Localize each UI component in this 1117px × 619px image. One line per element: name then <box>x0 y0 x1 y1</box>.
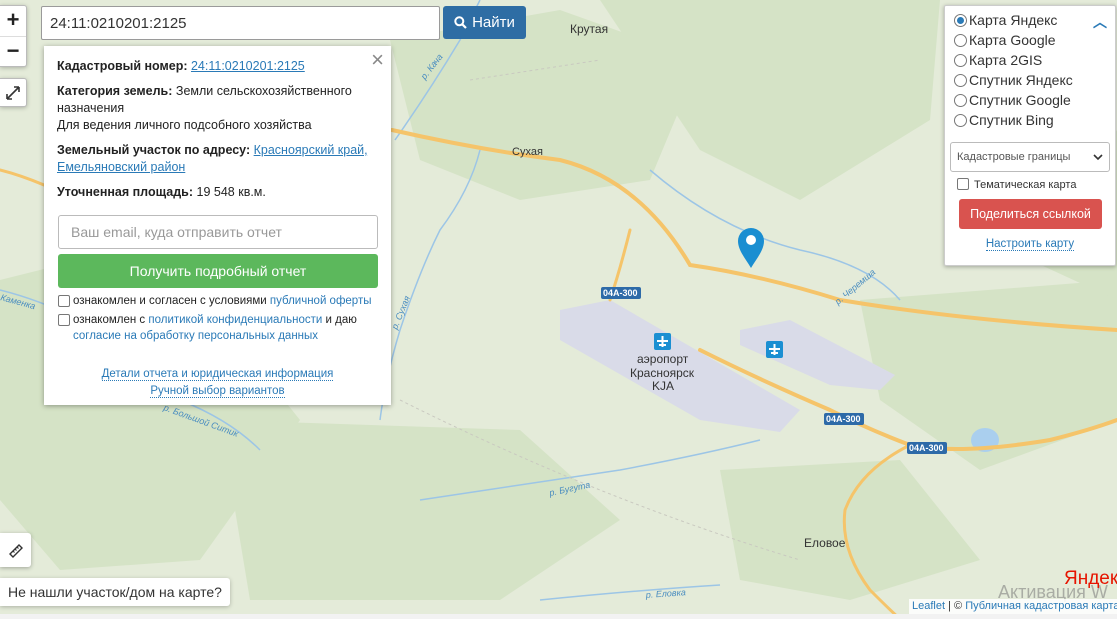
email-placeholder: Ваш email, куда отправить отчет <box>71 223 282 240</box>
layer-option-google-satellite[interactable]: Спутник Google <box>945 90 1115 110</box>
layer-option-label: Спутник Яндекс <box>969 72 1073 88</box>
layer-radio[interactable] <box>954 94 967 107</box>
close-icon[interactable]: × <box>371 49 384 71</box>
offer-text: ознакомлен и согласен с условиями <box>73 295 267 307</box>
manual-select-link[interactable]: Ручной выбор вариантов <box>150 385 285 398</box>
land-category-label: Категория земель: <box>57 84 173 98</box>
zoom-out-button[interactable]: − <box>0 36 26 66</box>
expand-icon <box>6 85 20 100</box>
layer-option-yandex-satellite[interactable]: Спутник Яндекс <box>945 70 1115 90</box>
ruler-button[interactable] <box>0 533 31 567</box>
zoom-in-button[interactable]: + <box>0 6 26 36</box>
thematic-map-toggle[interactable]: Тематическая карта <box>957 178 1115 192</box>
privacy-agreement: ознакомлен с политикой конфиденциальност… <box>57 312 378 344</box>
chevron-down-icon <box>1093 153 1103 160</box>
attribution-separator: | © <box>948 600 963 612</box>
area-label: Уточненная площадь: <box>57 185 194 199</box>
layer-option-label: Спутник Bing <box>969 112 1054 128</box>
thematic-checkbox[interactable] <box>957 178 969 190</box>
ruler-icon <box>8 544 23 558</box>
layer-option-label: Спутник Google <box>969 92 1071 108</box>
layer-radio[interactable] <box>954 74 967 87</box>
layer-radio[interactable] <box>954 34 967 47</box>
airport-icon-2 <box>766 341 783 358</box>
privacy-text-mid: и даю <box>325 314 357 326</box>
parcel-info-popup: × Кадастровый номер: 24:11:0210201:2125 … <box>44 46 391 405</box>
overlay-select[interactable]: Кадастровые границы <box>950 142 1110 172</box>
search-input[interactable] <box>41 6 440 40</box>
popup-bottom-links: Детали отчета и юридическая информация Р… <box>57 366 378 400</box>
layer-radio[interactable] <box>954 14 967 27</box>
personal-data-consent-link[interactable]: согласие на обработку персональных данны… <box>73 330 318 342</box>
address-label: Земельный участок по адресу: <box>57 143 251 157</box>
configure-map-link[interactable]: Настроить карту <box>985 238 1075 251</box>
cadastral-number-row: Кадастровый номер: 24:11:0210201:2125 <box>57 58 378 75</box>
search-button[interactable]: Найти <box>443 6 526 39</box>
offer-checkbox[interactable] <box>58 295 70 307</box>
area-value: 19 548 кв.м. <box>196 185 266 199</box>
pkk-link[interactable]: Публичная кадастровая карта <box>965 600 1117 612</box>
land-category-row: Категория земель: Земли сельскохозяйстве… <box>57 83 378 134</box>
offer-link[interactable]: публичной оферты <box>270 295 372 307</box>
offer-agreement: ознакомлен и согласен с условиями публич… <box>57 293 378 309</box>
privacy-text: ознакомлен с <box>73 314 146 326</box>
layer-radio[interactable] <box>954 54 967 67</box>
overlay-select-value: Кадастровые границы <box>957 151 1071 163</box>
layer-option-label: Карта Яндекс <box>969 12 1058 28</box>
search-icon <box>454 16 467 29</box>
fullscreen-button[interactable] <box>0 78 27 107</box>
share-link-button[interactable]: Подели​ться ссылкой <box>959 199 1102 229</box>
layer-radio[interactable] <box>954 114 967 127</box>
privacy-checkbox[interactable] <box>58 314 70 326</box>
get-report-button[interactable]: Получить подробный отчет <box>58 254 378 288</box>
not-found-link[interactable]: Не нашли участок/дом на карте? <box>0 578 230 606</box>
footer-strip <box>0 614 1117 619</box>
thematic-label: Тематическая карта <box>974 179 1077 191</box>
area-row: Уточненная площадь: 19 548 кв.м. <box>57 184 378 201</box>
map-attribution: Leaflet | © Публичная кадастровая карта <box>909 599 1117 614</box>
layer-option-label: Карта 2GIS <box>969 52 1043 68</box>
yandex-logo: Яндекс <box>1064 568 1117 589</box>
land-use-value: Для ведения личного подсобного хозяйства <box>57 118 312 132</box>
privacy-policy-link[interactable]: политикой конфиденциальности <box>148 314 322 326</box>
leaflet-link[interactable]: Leaflet <box>912 600 945 612</box>
report-details-link[interactable]: Детали отчета и юридическая информация <box>101 368 334 381</box>
layer-option-yandex-map[interactable]: Карта Яндекс <box>945 10 1115 30</box>
map-layers-panel: ︿ Карта Яндекс Карта Google Карта 2GIS С… <box>944 5 1116 266</box>
cadastral-number-link[interactable]: 24:11:0210201:2125 <box>191 59 305 73</box>
search-button-label: Найти <box>472 14 515 31</box>
cadastral-number-label: Кадастровый номер: <box>57 59 188 73</box>
zoom-control: + − <box>0 5 27 67</box>
email-field[interactable]: Ваш email, куда отправить отчет <box>58 215 378 249</box>
address-row: Земельный участок по адресу: Красноярски… <box>57 142 378 176</box>
airport-icon <box>654 333 671 350</box>
layer-option-bing-satellite[interactable]: Спутник Bing <box>945 110 1115 130</box>
layer-option-google-map[interactable]: Карта Google <box>945 30 1115 50</box>
layer-option-2gis-map[interactable]: Карта 2GIS <box>945 50 1115 70</box>
layer-option-label: Карта Google <box>969 32 1056 48</box>
